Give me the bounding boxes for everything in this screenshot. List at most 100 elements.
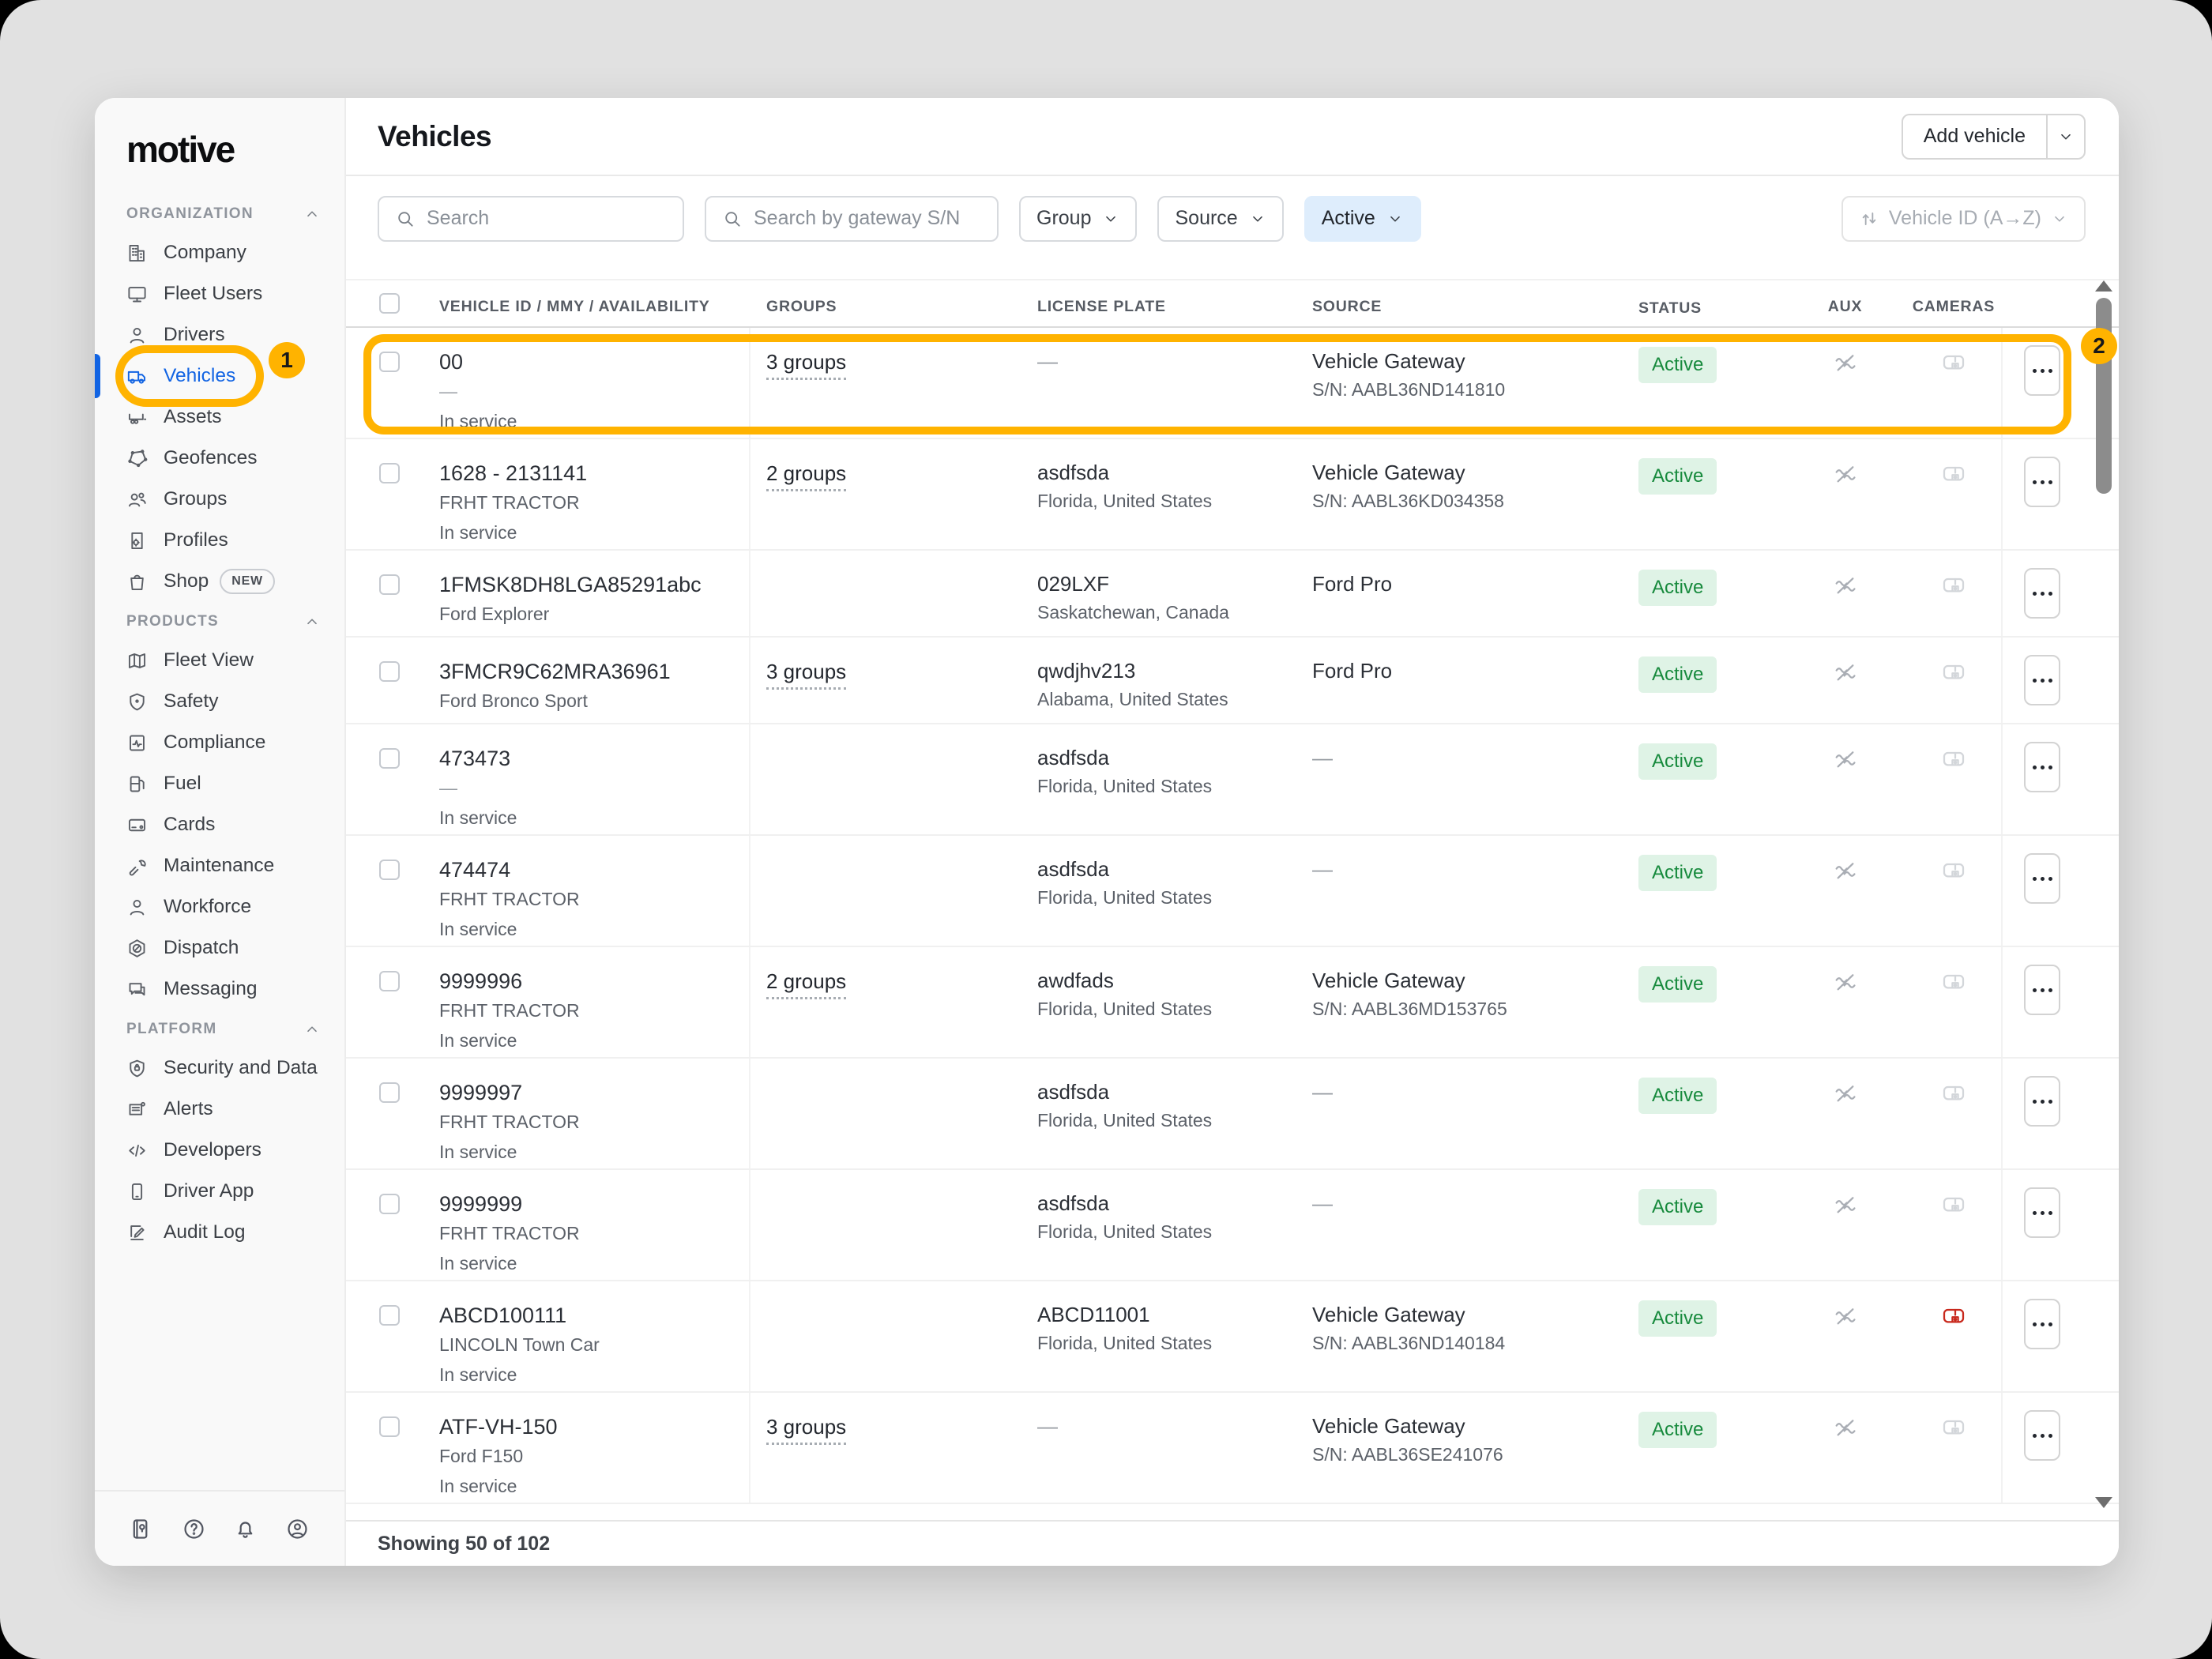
sidebar-item-maintenance[interactable]: Maintenance bbox=[95, 845, 344, 886]
dispatch-icon bbox=[126, 938, 148, 959]
sidebar-item-dispatch[interactable]: Dispatch bbox=[95, 927, 344, 969]
sidebar-item-safety[interactable]: Safety bbox=[95, 681, 344, 722]
column-groups[interactable]: GROUPS bbox=[750, 280, 1021, 326]
table-row[interactable]: ABCD100111 LINCOLN Town Car In service A… bbox=[346, 1281, 2119, 1393]
vehicle-mmy: FRHT TRACTOR bbox=[439, 1111, 749, 1133]
section-organization[interactable]: ORGANIZATION bbox=[95, 194, 344, 232]
select-all-checkbox[interactable] bbox=[379, 293, 400, 314]
vehicle-availability: In service bbox=[439, 1252, 749, 1274]
drivers-icon bbox=[126, 325, 148, 346]
aux-disconnected-icon bbox=[1833, 350, 1858, 375]
row-checkbox[interactable] bbox=[379, 860, 400, 880]
table-row[interactable]: 473473 — In service asdfsda Florida, Uni… bbox=[346, 724, 2119, 836]
sidebar-item-driver-app[interactable]: Driver App bbox=[95, 1171, 344, 1212]
table-row[interactable]: 9999997 FRHT TRACTOR In service asdfsda … bbox=[346, 1059, 2119, 1170]
sidebar-item-assets[interactable]: Assets bbox=[95, 397, 344, 438]
account-icon[interactable] bbox=[285, 1517, 310, 1541]
groups-link[interactable]: 2 groups bbox=[766, 461, 846, 491]
sidebar-item-profiles[interactable]: Profiles bbox=[95, 520, 344, 561]
sidebar-item-security-and-data[interactable]: Security and Data bbox=[95, 1048, 344, 1089]
section-products[interactable]: PRODUCTS bbox=[95, 602, 344, 640]
sidebar-item-drivers[interactable]: Drivers bbox=[95, 314, 344, 356]
sidebar-item-audit-log[interactable]: Audit Log bbox=[95, 1212, 344, 1253]
column-vehicle-id[interactable]: VEHICLE ID / MMY / AVAILABILITY bbox=[406, 280, 750, 326]
sidebar-item-fleet-view[interactable]: Fleet View bbox=[95, 640, 344, 681]
column-aux[interactable]: AUX bbox=[1784, 280, 1906, 326]
row-checkbox[interactable] bbox=[379, 352, 400, 372]
search-field[interactable] bbox=[378, 196, 684, 242]
table-row[interactable]: 9999996 FRHT TRACTOR In service 2 groups… bbox=[346, 947, 2119, 1059]
status-filter[interactable]: Active bbox=[1304, 196, 1421, 242]
sidebar-item-workforce[interactable]: Workforce bbox=[95, 886, 344, 927]
column-status[interactable]: STATUS bbox=[1607, 280, 1784, 326]
new-badge: NEW bbox=[220, 569, 275, 594]
row-checkbox[interactable] bbox=[379, 971, 400, 991]
row-menu-button[interactable] bbox=[2024, 568, 2060, 619]
column-source[interactable]: SOURCE bbox=[1296, 280, 1607, 326]
table-row[interactable]: 1628 - 2131141 FRHT TRACTOR In service 2… bbox=[346, 439, 2119, 551]
row-menu-button[interactable] bbox=[2024, 853, 2060, 904]
row-menu-button[interactable] bbox=[2024, 655, 2060, 705]
row-checkbox[interactable] bbox=[379, 748, 400, 769]
table-row[interactable]: 3FMCR9C62MRA36961 Ford Bronco Sport 3 gr… bbox=[346, 638, 2119, 724]
sidebar-item-groups[interactable]: Groups bbox=[95, 479, 344, 520]
sidebar-item-messaging[interactable]: Messaging bbox=[95, 969, 344, 1010]
help-icon[interactable] bbox=[182, 1517, 206, 1541]
chevron-down-icon bbox=[2057, 128, 2075, 145]
scroll-down-arrow[interactable] bbox=[2095, 1497, 2112, 1508]
sidebar-item-label: Workforce bbox=[164, 896, 251, 918]
groups-link[interactable]: 3 groups bbox=[766, 1415, 846, 1445]
notifications-icon[interactable] bbox=[233, 1517, 258, 1541]
row-checkbox[interactable] bbox=[379, 574, 400, 595]
gateway-search-field[interactable] bbox=[705, 196, 999, 242]
source-filter[interactable]: Source bbox=[1157, 196, 1283, 242]
groups-link[interactable]: 2 groups bbox=[766, 969, 846, 999]
row-checkbox[interactable] bbox=[379, 1305, 400, 1326]
table-row[interactable]: 9999999 FRHT TRACTOR In service asdfsda … bbox=[346, 1170, 2119, 1281]
section-platform[interactable]: PLATFORM bbox=[95, 1010, 344, 1048]
table-row[interactable]: 474474 FRHT TRACTOR In service asdfsda F… bbox=[346, 836, 2119, 947]
sidebar-item-cards[interactable]: Cards bbox=[95, 804, 344, 845]
sidebar-item-vehicles[interactable]: Vehicles bbox=[95, 356, 344, 397]
row-menu-button[interactable] bbox=[2024, 1187, 2060, 1238]
sidebar-item-compliance[interactable]: Compliance bbox=[95, 722, 344, 763]
sidebar-item-geofences[interactable]: Geofences bbox=[95, 438, 344, 479]
add-vehicle-button[interactable]: Add vehicle bbox=[1902, 114, 2086, 160]
row-menu-button[interactable] bbox=[2024, 457, 2060, 507]
billing-icon[interactable] bbox=[130, 1517, 154, 1541]
row-menu-button[interactable] bbox=[2024, 345, 2060, 396]
sidebar-item-developers[interactable]: Developers bbox=[95, 1130, 344, 1171]
group-filter[interactable]: Group bbox=[1019, 196, 1137, 242]
row-menu-button[interactable] bbox=[2024, 1076, 2060, 1127]
column-license-plate[interactable]: LICENSE PLATE bbox=[1021, 280, 1296, 326]
column-cameras[interactable]: CAMERAS bbox=[1906, 280, 2001, 326]
gateway-search-input[interactable] bbox=[754, 207, 981, 230]
table-row[interactable]: 00 — In service 3 groups — Vehicle Gatew… bbox=[346, 328, 2119, 439]
sidebar-item-fleet-users[interactable]: Fleet Users bbox=[95, 273, 344, 314]
fleet-view-icon bbox=[126, 650, 148, 672]
license-plate: ABCD11001 bbox=[1037, 1302, 1296, 1327]
groups-link[interactable]: 3 groups bbox=[766, 660, 846, 690]
table-row[interactable]: ATF-VH-150 Ford F150 In service 3 groups… bbox=[346, 1393, 2119, 1504]
row-menu-button[interactable] bbox=[2024, 742, 2060, 792]
search-input[interactable] bbox=[427, 207, 667, 230]
row-checkbox[interactable] bbox=[379, 661, 400, 682]
sidebar-item-alerts[interactable]: Alerts bbox=[95, 1089, 344, 1130]
table-row[interactable]: 1FMSK8DH8LGA85291abc Ford Explorer 029LX… bbox=[346, 551, 2119, 638]
row-checkbox[interactable] bbox=[379, 1082, 400, 1103]
row-checkbox[interactable] bbox=[379, 463, 400, 483]
row-menu-button[interactable] bbox=[2024, 965, 2060, 1015]
sidebar-item-label: Compliance bbox=[164, 732, 265, 754]
sidebar-item-company[interactable]: Company bbox=[95, 232, 344, 273]
row-checkbox[interactable] bbox=[379, 1416, 400, 1437]
scrollbar-thumb[interactable] bbox=[2096, 298, 2112, 494]
row-menu-button[interactable] bbox=[2024, 1410, 2060, 1461]
add-vehicle-dropdown[interactable] bbox=[2046, 115, 2084, 158]
scroll-up-arrow[interactable] bbox=[2095, 280, 2112, 292]
sort-dropdown[interactable]: Vehicle ID (A→Z) bbox=[1841, 196, 2086, 242]
row-menu-button[interactable] bbox=[2024, 1299, 2060, 1349]
groups-link[interactable]: 3 groups bbox=[766, 350, 846, 380]
sidebar-item-fuel[interactable]: Fuel bbox=[95, 763, 344, 804]
row-checkbox[interactable] bbox=[379, 1194, 400, 1214]
sidebar-item-shop[interactable]: Shop NEW bbox=[95, 561, 344, 602]
